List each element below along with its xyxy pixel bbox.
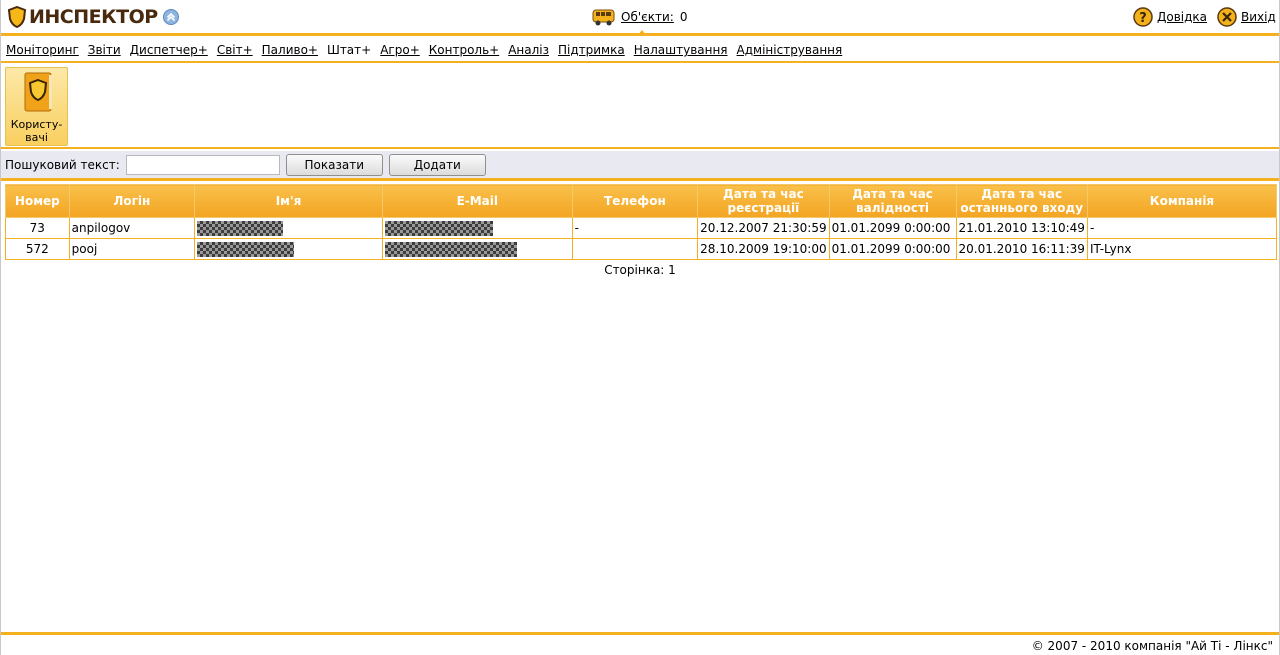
cell-name (194, 217, 383, 239)
col-header-valid[interactable]: Дата та час валідності (828, 184, 957, 218)
app-page: ИНСПЕКТОР Об'єкти: 0 ? Довідка Вихід Мон… (0, 0, 1280, 655)
users-tile-label: Користу- вачі (6, 118, 67, 144)
objects-count: 0 (679, 10, 688, 24)
table-row[interactable]: 572 pooj 28.10.2009 19:10:00 01.01.2099 … (5, 238, 1278, 260)
menu-item-agro[interactable]: Агро+ (380, 43, 420, 57)
redacted-email (384, 220, 493, 236)
svg-text:?: ? (1139, 11, 1147, 26)
cell-last-login: 20.01.2010 16:11:39 (955, 238, 1088, 260)
shield-logo-icon (7, 6, 27, 28)
cell-login: anpilogov (68, 217, 196, 239)
menu-item-reports[interactable]: Звіти (88, 43, 121, 57)
col-header-last-login[interactable]: Дата та час останнього входу (955, 184, 1088, 218)
cell-registered: 20.12.2007 21:30:59 (697, 217, 830, 239)
top-header: ИНСПЕКТОР Об'єкти: 0 ? Довідка Вихід (1, 0, 1279, 36)
redacted-name (197, 241, 295, 257)
col-header-email[interactable]: E-Mail (381, 184, 573, 218)
col-header-number[interactable]: Номер (5, 184, 70, 218)
col-header-name[interactable]: Ім'я (194, 184, 383, 218)
cell-number: 572 (5, 238, 70, 260)
module-icon-panel: Користу- вачі (1, 65, 1279, 149)
menu-item-analysis[interactable]: Аналіз (508, 43, 549, 57)
logo-text: ИНСПЕКТОР (29, 6, 158, 28)
add-button[interactable]: Додати (388, 153, 486, 176)
redacted-name (197, 220, 284, 236)
cell-phone: - (571, 217, 699, 239)
objects-counter: Об'єкти: 0 (592, 7, 687, 27)
search-input[interactable] (125, 154, 280, 175)
cell-email (381, 217, 573, 239)
pager: Сторінка: 1 (604, 263, 676, 277)
col-header-registered[interactable]: Дата та час реєстрації (697, 184, 830, 218)
cell-company: - (1086, 217, 1278, 239)
col-header-phone[interactable]: Телефон (571, 184, 699, 218)
users-table: Номер Логін Ім'я E-Mail Телефон Дата та … (5, 184, 1278, 260)
cell-valid: 01.01.2099 0:00:00 (828, 217, 957, 239)
collapse-up-icon[interactable] (162, 9, 179, 25)
cell-email (381, 238, 573, 260)
menu-item-world[interactable]: Світ+ (217, 43, 253, 57)
exit-control[interactable]: Вихід (1217, 7, 1276, 27)
cell-number: 73 (5, 217, 70, 239)
help-link[interactable]: Довідка (1157, 10, 1207, 24)
menu-item-support[interactable]: Підтримка (558, 43, 625, 57)
cell-name (194, 238, 383, 260)
table-header-row: Номер Логін Ім'я E-Mail Телефон Дата та … (5, 184, 1278, 218)
cell-last-login: 21.01.2010 13:10:49 (955, 217, 1088, 239)
cell-phone (571, 238, 699, 260)
menu-item-staff[interactable]: Штат+ (327, 43, 371, 57)
menu-item-fuel[interactable]: Паливо+ (262, 43, 318, 57)
bus-icon (592, 9, 615, 26)
menu-item-monitoring[interactable]: Моніторинг (6, 43, 79, 57)
help-control[interactable]: ? Довідка (1133, 7, 1207, 27)
table-row[interactable]: 73 anpilogov - 20.12.2007 21:30:59 01.01… (5, 217, 1278, 239)
help-icon: ? (1133, 7, 1153, 27)
cell-login: pooj (68, 238, 196, 260)
cell-company: IT-Lynx (1086, 238, 1278, 260)
objects-link[interactable]: Об'єкти: (621, 10, 674, 24)
users-tile-label-line1: Користу- (10, 118, 63, 131)
footer-copyright: © 2007 - 2010 компанія "Ай Ті - Лінкс" (1, 632, 1279, 655)
col-header-login[interactable]: Логін (68, 184, 196, 218)
menu-caret-indicator (637, 30, 647, 36)
search-label: Пошуковий текст: (5, 157, 120, 172)
menu-item-dispatcher[interactable]: Диспетчер+ (130, 43, 208, 57)
col-header-company[interactable]: Компанія (1086, 184, 1278, 218)
cell-registered: 28.10.2009 19:10:00 (697, 238, 830, 260)
users-tile-label-line2: вачі (25, 131, 48, 144)
menu-item-administration[interactable]: Адміністрування (737, 43, 843, 57)
main-menu: Моніторинг Звіти Диспетчер+ Світ+ Паливо… (1, 39, 1279, 63)
menu-item-settings[interactable]: Налаштування (634, 43, 728, 57)
logo[interactable]: ИНСПЕКТОР (7, 5, 179, 29)
show-button[interactable]: Показати (285, 153, 383, 176)
users-tile[interactable]: Користу- вачі (5, 67, 68, 146)
close-icon (1217, 7, 1237, 27)
redacted-email (384, 241, 517, 257)
menu-item-control[interactable]: Контроль+ (429, 43, 499, 57)
users-book-icon (24, 72, 52, 112)
cell-valid: 01.01.2099 0:00:00 (828, 238, 957, 260)
search-toolbar: Пошуковий текст: Показати Додати (1, 151, 1279, 181)
exit-link[interactable]: Вихід (1241, 10, 1276, 24)
